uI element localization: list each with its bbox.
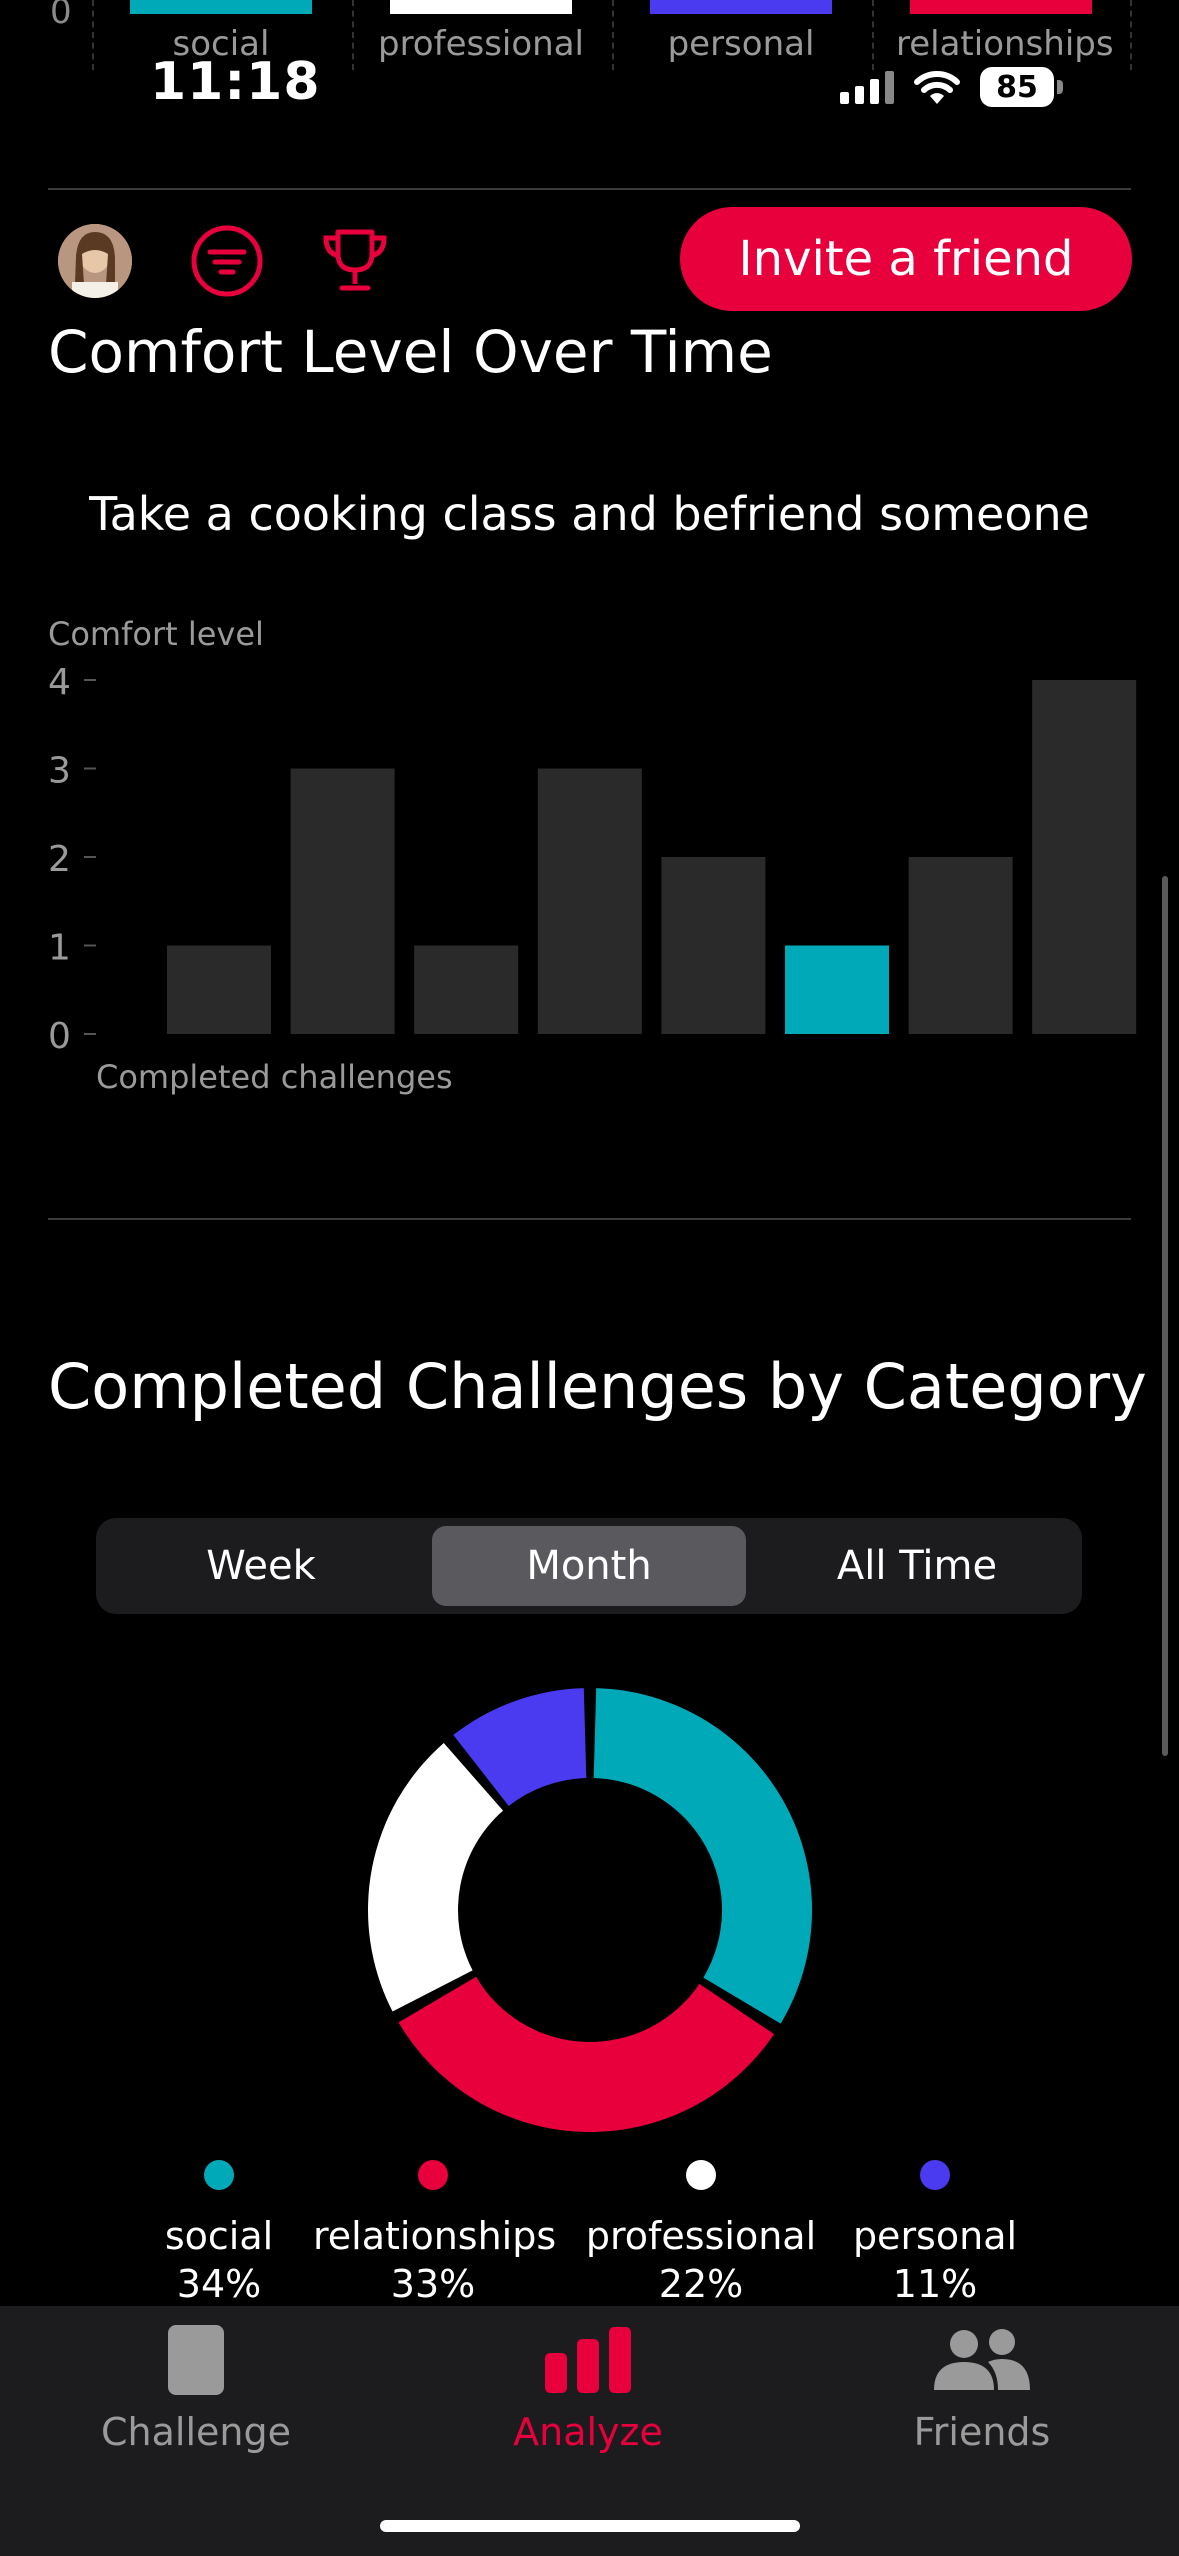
challenge-name: Take a cooking class and befriend someon… xyxy=(89,487,1090,541)
legend-percent: 34% xyxy=(176,2262,262,2306)
battery-icon: 85 xyxy=(980,67,1063,107)
bar-chart-icon xyxy=(545,2327,631,2393)
gridline xyxy=(1130,0,1132,70)
donut-slice-professional[interactable] xyxy=(367,1742,504,2012)
y-tick-label: 4 xyxy=(48,662,71,703)
legend-label: professional xyxy=(585,2214,817,2258)
gridline xyxy=(612,0,614,70)
legend-item-relationships: relationships 33% xyxy=(313,2160,557,2308)
tab-month[interactable]: Month xyxy=(432,1526,746,1606)
trophy-icon[interactable] xyxy=(318,224,392,298)
x-axis-label: Completed challenges xyxy=(96,1058,453,1096)
tab-challenge[interactable]: Challenge xyxy=(66,2320,326,2454)
y-axis-label: Comfort level xyxy=(48,615,264,653)
divider xyxy=(48,188,1131,190)
legend-dot xyxy=(204,2160,234,2190)
tab-friends[interactable]: Friends xyxy=(852,2320,1112,2454)
comfort-section-title: Comfort Level Over Time xyxy=(48,318,773,386)
y-tick-label: 2 xyxy=(48,839,71,880)
top-bar-professional xyxy=(390,0,572,14)
tab-label: Friends xyxy=(913,2410,1051,2454)
battery-level: 85 xyxy=(980,67,1054,107)
y-tick-label: 1 xyxy=(48,928,71,969)
top-bar-personal xyxy=(650,0,832,14)
legend-item-professional: professional 22% xyxy=(581,2160,821,2308)
chart-bar[interactable] xyxy=(414,945,519,1035)
chart-bar[interactable] xyxy=(908,857,1013,1034)
cellular-signal-icon xyxy=(840,70,894,104)
legend-item-personal: personal 11% xyxy=(815,2160,1055,2308)
gridline xyxy=(872,0,874,70)
legend-percent: 11% xyxy=(892,2262,978,2306)
divider xyxy=(48,1218,1131,1220)
top-bar-relationships xyxy=(910,0,1092,14)
home-indicator xyxy=(380,2520,800,2532)
chart-bar[interactable] xyxy=(167,945,271,1035)
legend-percent: 33% xyxy=(390,2262,476,2306)
filter-icon[interactable] xyxy=(190,224,264,298)
y-tick-label: 0 xyxy=(48,1016,71,1057)
gridline xyxy=(92,0,94,70)
category-section-title: Completed Challenges by Category xyxy=(48,1350,1147,1423)
category-donut-chart xyxy=(367,1688,812,2132)
wifi-icon xyxy=(914,71,960,104)
top-label-relationships: relationships xyxy=(896,24,1114,64)
y-tick-label: 3 xyxy=(48,751,71,792)
status-time: 11:18 xyxy=(150,52,321,112)
legend-dot xyxy=(920,2160,950,2190)
tab-analyze[interactable]: Analyze xyxy=(458,2320,718,2454)
legend-label: relationships xyxy=(313,2214,557,2258)
legend-dot xyxy=(686,2160,716,2190)
legend-percent: 22% xyxy=(658,2262,744,2306)
challenge-card-icon xyxy=(168,2325,224,2395)
legend-dot xyxy=(418,2160,448,2190)
gridline xyxy=(352,0,354,70)
period-segmented-control: Week Month All Time xyxy=(96,1518,1082,1614)
top-zero-tick: 0 xyxy=(50,0,72,32)
comfort-bar-chart: Comfort level Completed challenges 0 1 2 3 4 xyxy=(48,615,1137,1096)
donut-slice-social[interactable] xyxy=(593,1688,812,2024)
tab-week[interactable]: Week xyxy=(104,1526,418,1606)
chart-bar[interactable] xyxy=(290,768,395,1035)
chart-bar[interactable] xyxy=(537,768,642,1035)
chart-bar[interactable] xyxy=(661,857,766,1034)
tab-all-time[interactable]: All Time xyxy=(760,1526,1074,1606)
legend-item-social: social 34% xyxy=(99,2160,339,2308)
donut-slice-relationships[interactable] xyxy=(398,1976,775,2132)
avatar[interactable] xyxy=(58,224,132,298)
chart-bar[interactable] xyxy=(785,945,889,1035)
legend-label: personal xyxy=(852,2214,1018,2258)
chart-bar[interactable] xyxy=(1032,680,1137,1034)
top-label-personal: personal xyxy=(667,24,815,64)
top-label-professional: professional xyxy=(377,24,584,64)
people-icon xyxy=(934,2329,1030,2390)
legend-label: social xyxy=(164,2214,274,2258)
status-icons: 85 xyxy=(840,62,1063,112)
tab-label: Challenge xyxy=(101,2410,291,2454)
scrollbar[interactable] xyxy=(1162,876,1168,1756)
invite-friend-button[interactable]: Invite a friend xyxy=(680,207,1132,311)
tab-label: Analyze xyxy=(513,2410,663,2454)
top-bar-social xyxy=(130,0,312,14)
